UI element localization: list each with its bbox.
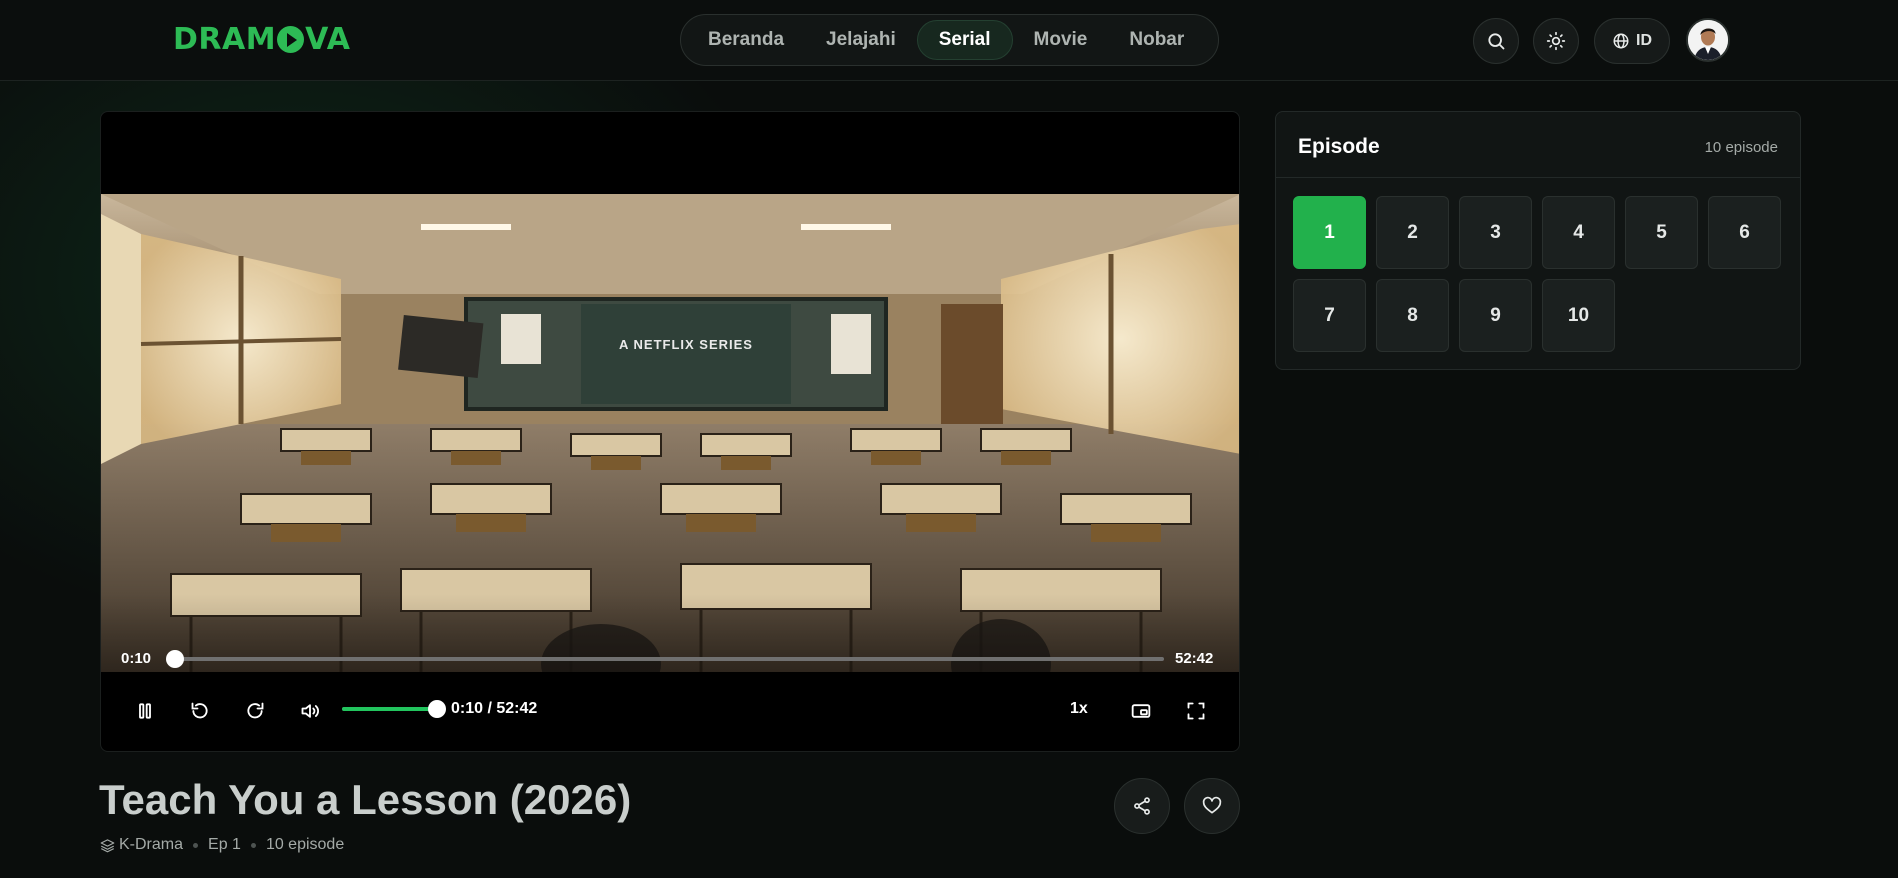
forward-button[interactable]: [238, 694, 272, 728]
video-player[interactable]: A NETFLIX SERIES 0:10 52:42 0:10 / 52:42…: [100, 111, 1240, 752]
show-meta: K-Drama Ep 1 10 episode: [100, 836, 344, 854]
volume-fill: [342, 707, 437, 711]
episode-button-8[interactable]: 8: [1376, 279, 1449, 352]
rewind-button[interactable]: [183, 694, 217, 728]
logo-play-icon: [277, 26, 305, 53]
dramova-logo[interactable]: DRAM VA: [173, 22, 350, 57]
fullscreen-button[interactable]: [1179, 694, 1213, 728]
episode-button-4[interactable]: 4: [1542, 196, 1615, 269]
pip-button[interactable]: [1124, 694, 1158, 728]
nav-movie[interactable]: Movie: [1013, 20, 1109, 60]
logo-text-right: VA: [305, 22, 351, 57]
episode-button-9[interactable]: 9: [1459, 279, 1532, 352]
pause-icon: [139, 703, 151, 719]
share-button[interactable]: [1114, 778, 1170, 834]
current-time: 0:10: [121, 650, 152, 667]
volume-slider[interactable]: [342, 700, 446, 718]
logo-text-left: DRAM: [173, 22, 277, 57]
top-navbar: DRAM VA Beranda Jelajahi Serial Movie No…: [0, 0, 1898, 81]
pause-button[interactable]: [128, 694, 162, 728]
sun-icon: [1546, 31, 1566, 51]
search-icon: [1488, 33, 1505, 50]
theme-toggle-button[interactable]: [1533, 18, 1579, 64]
separator-dot: [193, 842, 199, 848]
episode-panel-title: Episode: [1298, 135, 1380, 158]
volume-icon: [301, 704, 319, 718]
netflix-watermark: A NETFLIX SERIES: [619, 337, 753, 352]
show-title: Teach You a Lesson (2026): [99, 776, 632, 823]
forward-icon: [247, 702, 264, 719]
picture-in-picture-icon: [1131, 704, 1151, 718]
user-avatar[interactable]: [1686, 18, 1730, 62]
progress-bar[interactable]: [165, 650, 1164, 668]
episode-button-1[interactable]: 1: [1293, 196, 1366, 269]
separator-dot: [250, 842, 256, 848]
nav-serial[interactable]: Serial: [916, 20, 1013, 60]
layers-icon: [100, 838, 115, 852]
episode-button-5[interactable]: 5: [1625, 196, 1698, 269]
episode-label: Ep 1: [208, 836, 241, 853]
episode-button-7[interactable]: 7: [1293, 279, 1366, 352]
share-icon: [1134, 797, 1150, 815]
episode-button-3[interactable]: 3: [1459, 196, 1532, 269]
genre-label: K-Drama: [119, 836, 184, 853]
language-button[interactable]: ID: [1594, 18, 1670, 64]
nav-nobar[interactable]: Nobar: [1108, 20, 1205, 60]
volume-button[interactable]: [293, 694, 327, 728]
episode-panel-header: Episode 10 episode: [1276, 112, 1800, 178]
language-label: ID: [1636, 32, 1652, 49]
heart-icon: [1202, 796, 1222, 814]
search-button[interactable]: [1473, 18, 1519, 64]
rewind-icon: [191, 702, 208, 719]
volume-thumb[interactable]: [428, 700, 446, 718]
episode-panel-count: 10 episode: [1704, 139, 1778, 156]
duration-time: 52:42: [1175, 650, 1214, 667]
video-frame[interactable]: A NETFLIX SERIES: [101, 194, 1239, 672]
time-display: 0:10 / 52:42: [451, 700, 538, 717]
episode-button-6[interactable]: 6: [1708, 196, 1781, 269]
playback-speed-button[interactable]: 1x: [1070, 700, 1088, 718]
episode-button-2[interactable]: 2: [1376, 196, 1449, 269]
favorite-button[interactable]: [1184, 778, 1240, 834]
globe-icon: [1613, 33, 1629, 49]
progress-thumb[interactable]: [165, 650, 184, 668]
episode-button-10[interactable]: 10: [1542, 279, 1615, 352]
avatar-image: [1688, 20, 1728, 60]
nav-beranda[interactable]: Beranda: [687, 20, 805, 60]
nav-jelajahi[interactable]: Jelajahi: [805, 20, 917, 60]
main-nav: Beranda Jelajahi Serial Movie Nobar: [680, 14, 1219, 66]
fullscreen-icon: [1187, 702, 1205, 720]
episode-panel: Episode 10 episode 1 2 3 4 5 6 7 8 9 10: [1275, 111, 1801, 370]
episode-count-label: 10 episode: [265, 836, 345, 853]
